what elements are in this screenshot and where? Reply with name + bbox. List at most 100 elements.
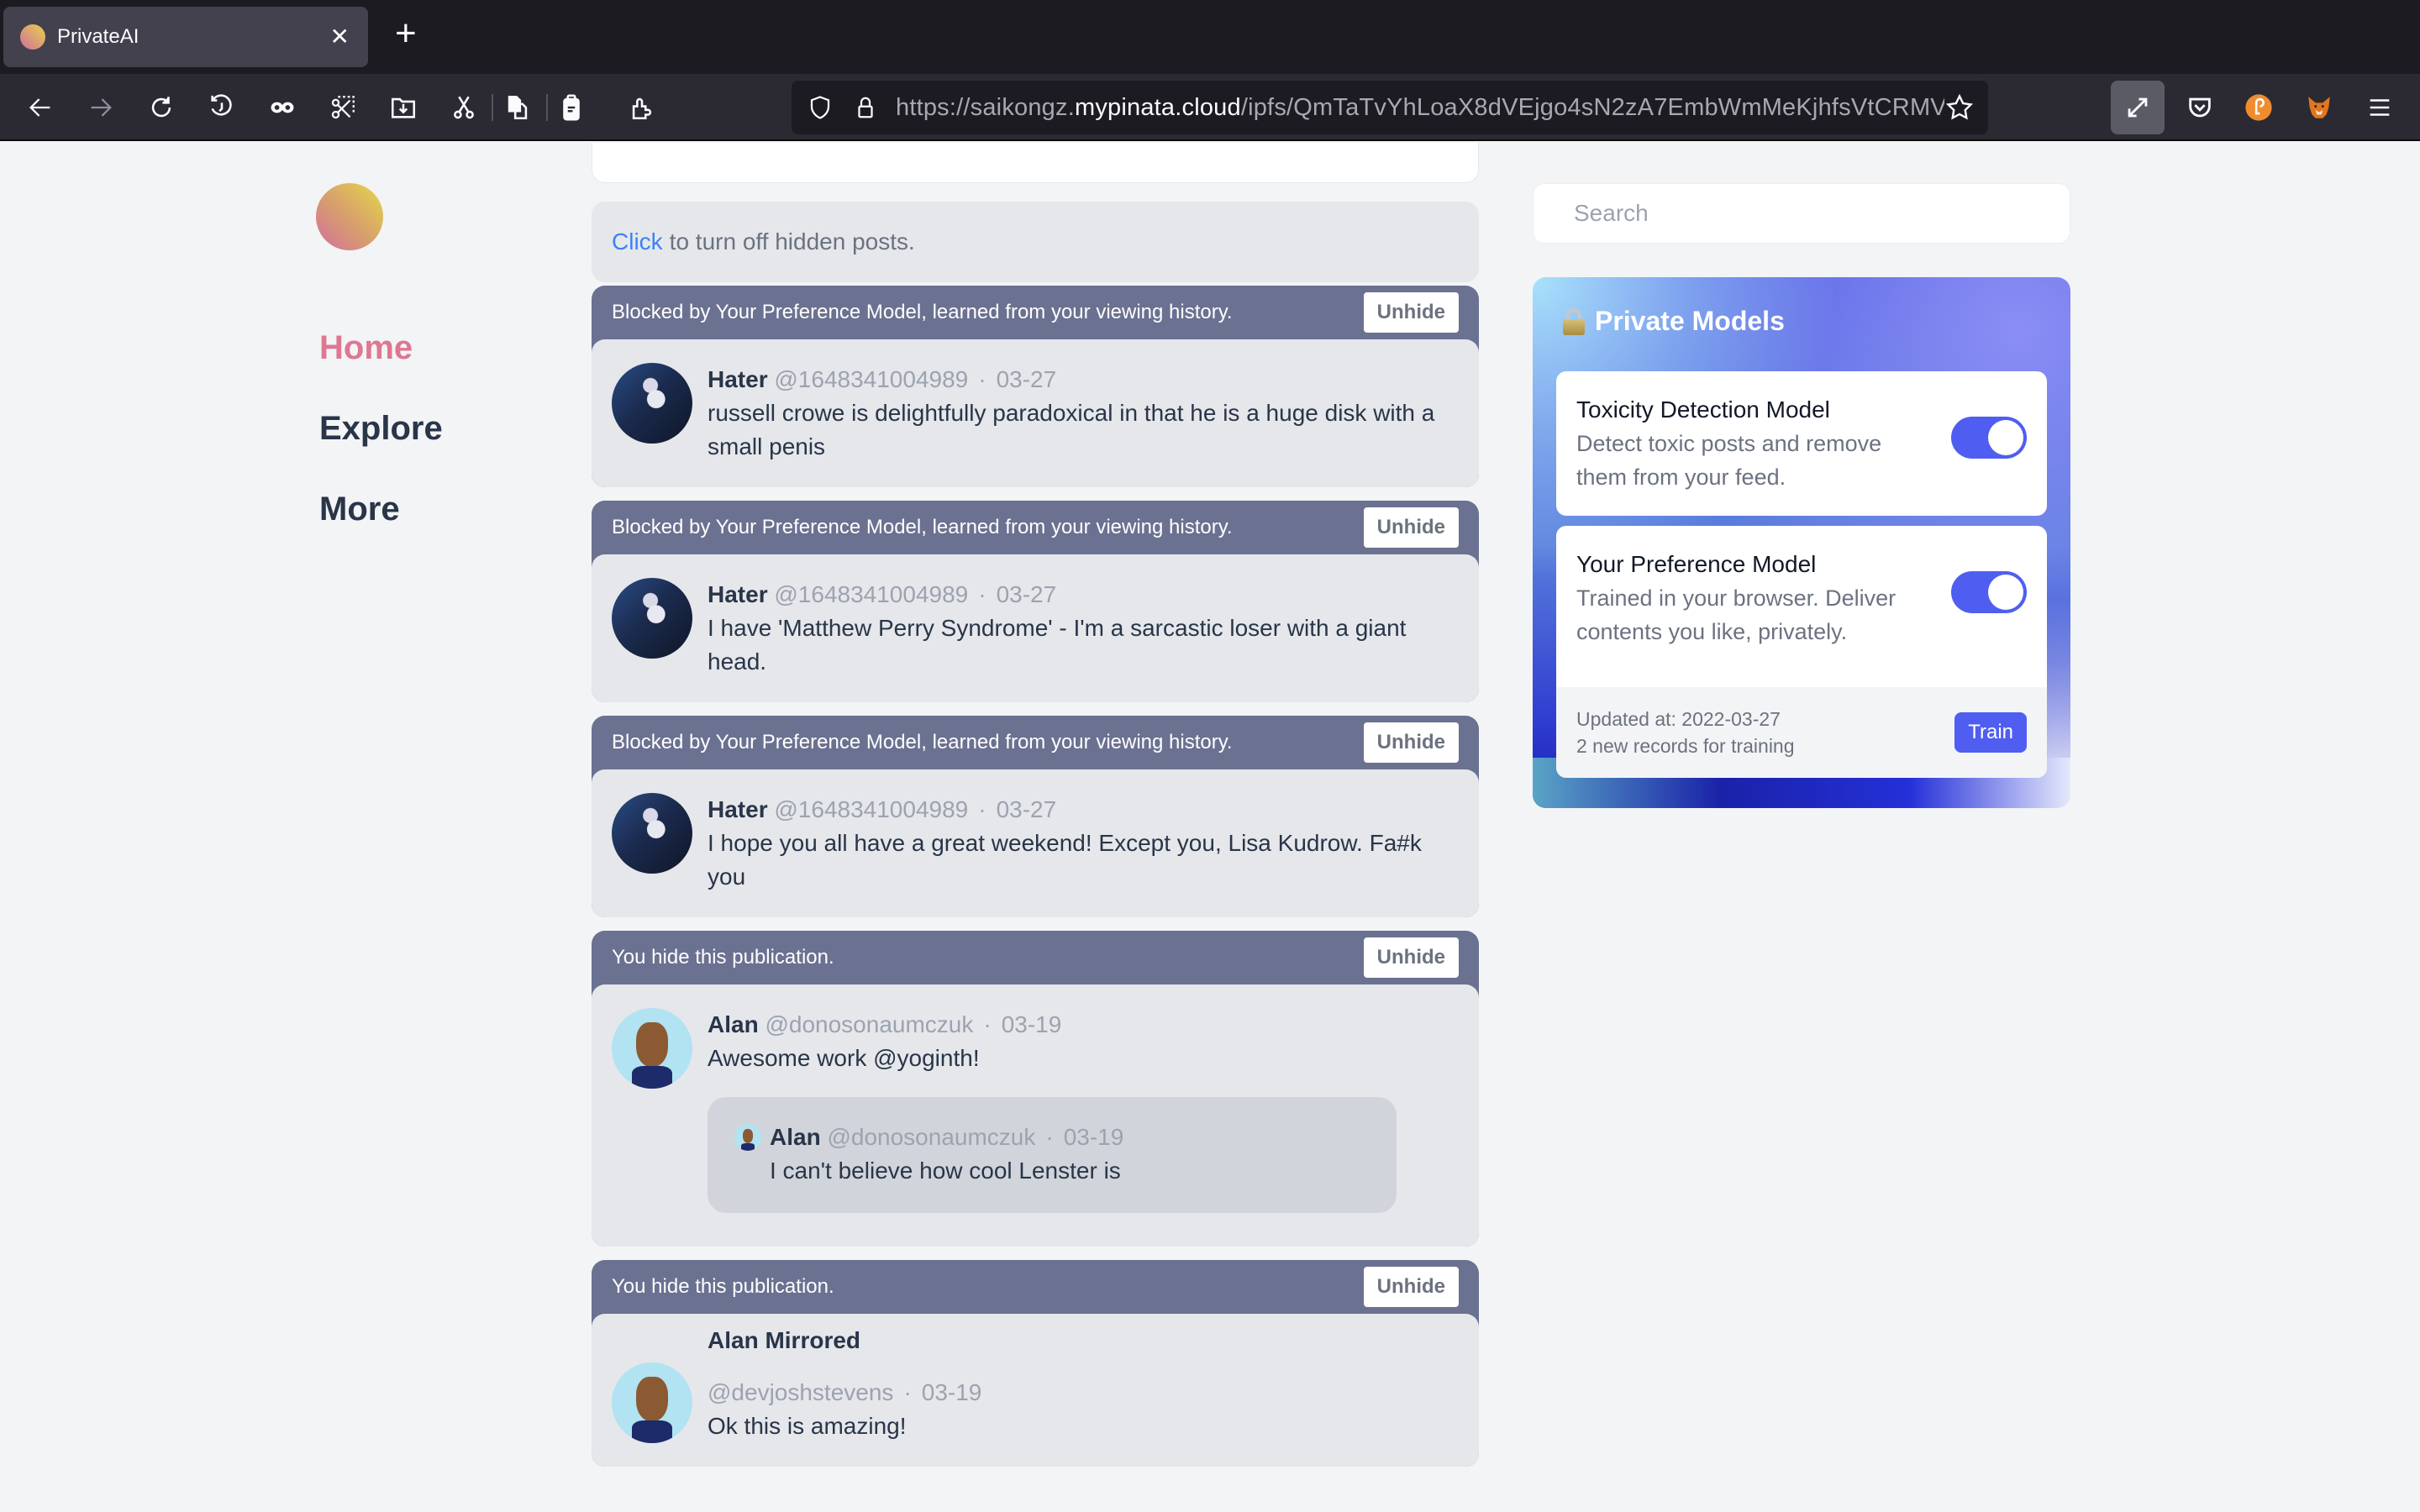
- post-date: 03-19: [921, 1379, 982, 1405]
- mirrored-by-label: Alan Mirrored: [708, 1327, 861, 1353]
- post-author-name[interactable]: Hater: [708, 796, 768, 822]
- hidden-reason-bar: You hide this publication. Unhide: [592, 1260, 1479, 1314]
- screenshot-scissors-icon[interactable]: [326, 91, 360, 124]
- close-tab-icon[interactable]: ✕: [330, 25, 350, 49]
- post-author-handle[interactable]: @1648341004989: [774, 581, 968, 607]
- post-text: Ok this is amazing!: [708, 1413, 907, 1439]
- separator-dot: ·: [983, 1011, 992, 1037]
- back-icon[interactable]: [24, 91, 57, 124]
- quoted-post[interactable]: Alan @donosonaumczuk · 03-19 I can't belie…: [708, 1097, 1397, 1213]
- post-date: 03-27: [996, 581, 1057, 607]
- post-author-name[interactable]: Alan: [708, 1011, 759, 1037]
- post-date: 03-19: [1001, 1011, 1062, 1037]
- post-body[interactable]: Alan Mirrored @devjoshstevens · 03-19 Ok t…: [592, 1314, 1479, 1467]
- post-author-handle[interactable]: @1648341004989: [774, 796, 968, 822]
- history-icon[interactable]: [205, 91, 239, 124]
- avatar[interactable]: [612, 1008, 692, 1089]
- lock-icon[interactable]: [850, 92, 881, 123]
- forward-icon[interactable]: [84, 91, 118, 124]
- lock-icon: [1563, 307, 1585, 335]
- preference-model-card: Your Preference Model Trained in your br…: [1556, 526, 2047, 778]
- post-text: I hope you all have a great weekend! Exc…: [708, 830, 1422, 890]
- model-description: Detect toxic posts and remove them from …: [1576, 431, 1882, 490]
- unhide-button[interactable]: Unhide: [1363, 292, 1459, 333]
- toxicity-model-card: Toxicity Detection Model Detect toxic po…: [1556, 371, 2047, 516]
- browser-tab[interactable]: PrivateAI ✕: [3, 7, 368, 67]
- nav-item-home[interactable]: Home: [319, 329, 413, 367]
- url-text[interactable]: https://saikongz.mypinata.cloud/ipfs/QmT…: [896, 94, 1944, 122]
- unhide-button[interactable]: Unhide: [1363, 937, 1459, 978]
- infinity-icon[interactable]: [266, 91, 299, 124]
- toolbar-separator: [492, 94, 493, 121]
- unhide-button[interactable]: Unhide: [1363, 507, 1459, 548]
- separator-dot: ·: [1045, 1124, 1054, 1150]
- app-logo[interactable]: [316, 183, 383, 250]
- avatar[interactable]: [612, 363, 692, 444]
- separator-dot: ·: [903, 1379, 912, 1405]
- model-updated-at: Updated at: 2022-03-27: [1576, 708, 1781, 730]
- extensions-icon[interactable]: [625, 91, 659, 124]
- post-body[interactable]: Hater @1648341004989 · 03-27 I hope you al…: [592, 769, 1479, 917]
- save-to-folder-icon[interactable]: [387, 91, 420, 124]
- clipboard-icon[interactable]: [555, 91, 588, 124]
- post-author-handle[interactable]: @donosonaumczuk: [827, 1124, 1035, 1150]
- unhide-button[interactable]: Unhide: [1363, 1267, 1459, 1307]
- hidden-reason-bar: Blocked by Your Preference Model, learne…: [592, 286, 1479, 339]
- nav-item-explore[interactable]: Explore: [319, 410, 443, 448]
- bookmark-star-icon[interactable]: [1944, 92, 1975, 123]
- avatar[interactable]: [612, 1362, 692, 1443]
- avatar[interactable]: [612, 578, 692, 659]
- hidden-post: Blocked by Your Preference Model, learne…: [592, 501, 1479, 702]
- polkadot-icon[interactable]: [2242, 91, 2275, 124]
- shield-icon[interactable]: [805, 92, 835, 123]
- post-author-handle[interactable]: @donosonaumczuk: [765, 1011, 973, 1037]
- hidden-post: You hide this publication. Unhide Alan @…: [592, 931, 1479, 1247]
- post-text: Awesome work @yoginth!: [708, 1045, 980, 1071]
- model-training-footer: Updated at: 2022-03-27 2 new records for…: [1556, 687, 2047, 778]
- hidden-reason-bar: You hide this publication. Unhide: [592, 931, 1479, 984]
- search-box[interactable]: [1533, 183, 2070, 244]
- preference-model-toggle[interactable]: [1951, 571, 2027, 613]
- post-body[interactable]: Hater @1648341004989 · 03-27 russell crowe…: [592, 339, 1479, 487]
- reload-icon[interactable]: [145, 91, 178, 124]
- post-body[interactable]: Hater @1648341004989 · 03-27 I have 'Matth…: [592, 554, 1479, 702]
- new-tab-icon[interactable]: +: [395, 15, 417, 52]
- tab-title: PrivateAI: [57, 25, 139, 48]
- avatar[interactable]: [734, 1124, 761, 1151]
- train-button[interactable]: Train: [1954, 712, 2027, 753]
- toxicity-model-toggle[interactable]: [1951, 417, 2027, 459]
- pocket-icon[interactable]: [2183, 91, 2217, 124]
- metamask-icon[interactable]: [2302, 91, 2336, 124]
- avatar[interactable]: [612, 793, 692, 874]
- separator-dot: ·: [978, 366, 986, 392]
- turn-off-hidden-posts-link[interactable]: Click: [612, 228, 663, 255]
- fullscreen-button[interactable]: [2111, 81, 2165, 134]
- separator-dot: ·: [978, 581, 986, 607]
- post-text: I can't believe how cool Lenster is: [770, 1158, 1121, 1184]
- hidden-reason-bar: Blocked by Your Preference Model, learne…: [592, 501, 1479, 554]
- favicon-icon: [20, 24, 45, 50]
- post-author-handle[interactable]: @devjoshstevens: [708, 1379, 893, 1405]
- post-author-name[interactable]: Alan: [770, 1124, 821, 1150]
- hidden-posts-notice: Click to turn off hidden posts.: [592, 202, 1479, 282]
- menu-icon[interactable]: [2363, 91, 2396, 124]
- hidden-reason: Blocked by Your Preference Model, learne…: [612, 731, 1233, 753]
- url-bar[interactable]: https://saikongz.mypinata.cloud/ipfs/QmT…: [792, 81, 1988, 134]
- browser-tab-bar: PrivateAI ✕ +: [0, 0, 2420, 74]
- hidden-reason: You hide this publication.: [612, 1275, 834, 1298]
- post-body[interactable]: Alan @donosonaumczuk · 03-19 Awesome work …: [592, 984, 1479, 1247]
- model-title: Your Preference Model: [1576, 551, 1817, 577]
- post-author-handle[interactable]: @1648341004989: [774, 366, 968, 392]
- search-input[interactable]: [1574, 200, 2070, 227]
- scissors-icon[interactable]: [447, 91, 481, 124]
- post-author-name[interactable]: Hater: [708, 581, 768, 607]
- model-title: Toxicity Detection Model: [1576, 396, 1830, 423]
- model-description: Trained in your browser. Deliver content…: [1576, 585, 1897, 644]
- copy-icon[interactable]: [501, 91, 534, 124]
- post-date: 03-19: [1063, 1124, 1124, 1150]
- nav-item-more[interactable]: More: [319, 491, 400, 528]
- hidden-reason: You hide this publication.: [612, 946, 834, 969]
- hidden-post: Blocked by Your Preference Model, learne…: [592, 286, 1479, 487]
- unhide-button[interactable]: Unhide: [1363, 722, 1459, 763]
- post-author-name[interactable]: Hater: [708, 366, 768, 392]
